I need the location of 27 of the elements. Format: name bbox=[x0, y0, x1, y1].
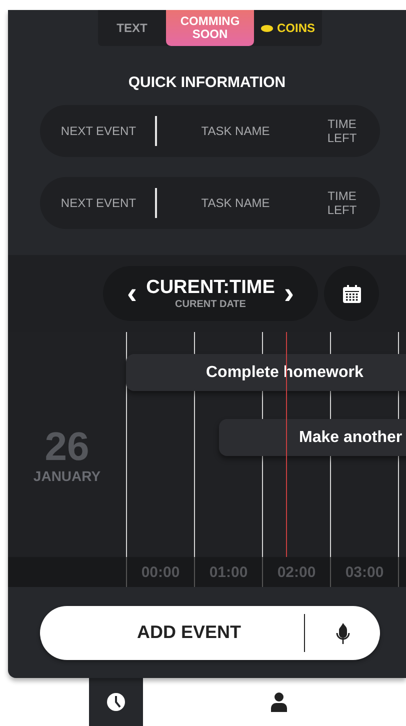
day-number: 26 bbox=[44, 426, 90, 468]
event-bar[interactable]: Make another bbox=[219, 419, 406, 456]
current-time: CURENT:TIME bbox=[146, 277, 275, 299]
hour-label: 01:00 bbox=[209, 564, 248, 580]
time-left-label: TIME LEFT bbox=[326, 189, 358, 217]
person-icon bbox=[270, 692, 288, 712]
add-event-button[interactable]: ADD EVENT bbox=[40, 606, 304, 660]
calendar-icon bbox=[342, 284, 362, 304]
nav-tab[interactable] bbox=[89, 678, 143, 726]
top-tab[interactable]: COINS bbox=[254, 10, 322, 46]
hour-label: 00:00 bbox=[141, 564, 180, 580]
coin-icon bbox=[260, 24, 273, 32]
next-event-label: NEXT EVENT bbox=[60, 196, 138, 210]
time-left-label: TIME LEFT bbox=[326, 117, 358, 145]
task-name-label: TASK NAME bbox=[200, 124, 271, 138]
clock-icon bbox=[106, 692, 126, 712]
next-button[interactable]: › bbox=[280, 278, 298, 308]
month-label: JANUARY bbox=[33, 468, 101, 484]
task-name-label: TASK NAME bbox=[200, 196, 271, 210]
hour-label: 02:00 bbox=[277, 564, 316, 580]
microphone-icon bbox=[336, 622, 350, 644]
hour-label: 03:00 bbox=[345, 564, 384, 580]
previous-button[interactable]: ‹ bbox=[123, 278, 141, 308]
next-event-label: NEXT EVENT bbox=[60, 124, 138, 138]
section-title: QUICK INFORMATION bbox=[127, 74, 287, 91]
top-tab[interactable]: TEXT bbox=[98, 10, 166, 46]
current-date: CURENT DATE bbox=[175, 299, 246, 310]
